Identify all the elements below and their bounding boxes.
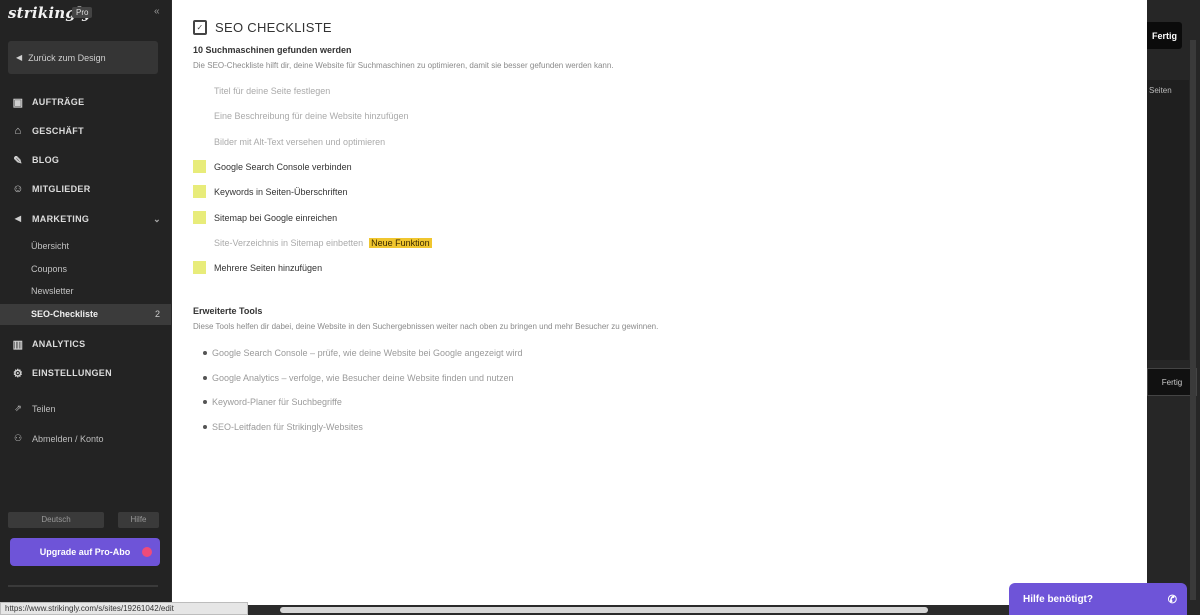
gear-icon: ⚙ (12, 367, 24, 380)
tool-text: Keyword-Planer für Suchbegriffe (212, 397, 342, 407)
section-heading: 10 Suchmaschinen gefunden werden (193, 45, 352, 55)
checklist-item[interactable]: Site-Verzeichnis in Sitemap einbetten Ne… (193, 236, 432, 249)
user-icon: ⚇ (13, 433, 23, 443)
panel-text: Seiten (1149, 86, 1172, 95)
megaphone-icon: ◄ (12, 213, 24, 225)
bullet (203, 351, 207, 355)
sub-item-label: SEO-Checkliste (31, 309, 99, 319)
bullet (203, 400, 207, 404)
status-url-bar: https://www.strikingly.com/s/sites/19261… (0, 602, 248, 615)
checklist-text: Sitemap bei Google einreichen (214, 212, 338, 223)
upgrade-label: Upgrade auf Pro-Abo (39, 547, 131, 557)
bullet (203, 425, 207, 429)
checklist-item[interactable]: Mehrere Seiten hinzufügen (193, 261, 322, 274)
check-box[interactable] (193, 185, 206, 198)
checklist-text: Google Search Console verbinden (214, 161, 352, 172)
back-to-design-button[interactable]: ◀ Zurück zum Design (8, 41, 158, 74)
sub-item-coupons[interactable]: Coupons (31, 264, 67, 274)
share-icon: ⇗ (14, 403, 22, 413)
nav-label: GESCHÄFT (32, 126, 84, 136)
checklist-text: Bilder mit Alt-Text versehen und optimie… (214, 136, 386, 147)
check-box[interactable] (193, 109, 206, 122)
check-box[interactable] (193, 211, 206, 224)
tools-heading: Erweiterte Tools (193, 306, 263, 316)
arrow-left-icon: ◀ (16, 53, 23, 62)
title-text: SEO CHECKLISTE (215, 20, 332, 35)
check-box[interactable] (193, 135, 206, 148)
done-button[interactable]: Fertig (1147, 22, 1182, 49)
nav-item-analytics[interactable]: ▥ ANALYTICS (0, 331, 171, 357)
nav-label: ANALYTICS (32, 339, 86, 349)
box-icon: ▣ (12, 96, 24, 109)
nav-label: Teilen (32, 403, 56, 414)
editor-side-panel: Seiten (1147, 80, 1189, 360)
tool-link[interactable]: Google Analytics – verfolge, wie Besuche… (203, 373, 514, 383)
checklist-text: Mehrere Seiten hinzufügen (214, 262, 323, 273)
notification-dot (142, 547, 152, 557)
section-intro: Die SEO-Checkliste hilft dir, deine Webs… (193, 61, 614, 70)
checklist-item[interactable]: Sitemap bei Google einreichen (193, 211, 337, 224)
tool-text: Google Search Console – prüfe, wie deine… (212, 348, 523, 358)
nav-item-share[interactable]: ⇗ Teilen (10, 403, 56, 414)
chart-icon: ▥ (12, 338, 24, 351)
tool-link[interactable]: Keyword-Planer für Suchbegriffe (203, 397, 342, 407)
help-select[interactable]: Hilfe (118, 512, 159, 528)
checklist-text: Eine Beschreibung für deine Website hinz… (214, 110, 409, 121)
tool-text: SEO-Leitfaden für Strikingly-Websites (212, 422, 363, 432)
checklist-icon: ✓ (193, 20, 207, 35)
nav-label: MITGLIEDER (32, 184, 91, 194)
checklist-item[interactable]: Google Search Console verbinden (193, 160, 352, 173)
horizontal-scrollbar[interactable] (280, 607, 928, 613)
plan-badge: Pro (72, 7, 93, 18)
checklist-item[interactable]: Titel für deine Seite festlegen (193, 84, 330, 97)
divider (8, 585, 158, 587)
check-box[interactable] (193, 160, 206, 173)
nav-label: AUFTRÄGE (32, 97, 85, 107)
check-box[interactable] (193, 236, 206, 249)
double-chevron-left-icon[interactable]: « (154, 6, 160, 17)
checklist-item[interactable]: Keywords in Seiten-Überschriften (193, 185, 348, 198)
nav-item-orders[interactable]: ▣ AUFTRÄGE (0, 89, 171, 115)
tool-link[interactable]: SEO-Leitfaden für Strikingly-Websites (203, 422, 363, 432)
count-badge: 2 (154, 309, 160, 319)
checklist-text: Keywords in Seiten-Überschriften (214, 186, 348, 197)
language-select[interactable]: Deutsch (8, 512, 104, 528)
nav-label: BLOG (32, 155, 60, 165)
new-feature-badge: Neue Funktion (369, 237, 432, 248)
tool-link[interactable]: Google Search Console – prüfe, wie deine… (203, 348, 523, 358)
nav-item-blog[interactable]: ✎ BLOG (0, 147, 171, 173)
checklist-item[interactable]: Bilder mit Alt-Text versehen und optimie… (193, 135, 385, 148)
checklist-item[interactable]: Eine Beschreibung für deine Website hinz… (193, 109, 408, 122)
sub-item-seo-checklist[interactable]: SEO-Checkliste 2 (0, 304, 171, 325)
tool-text: Google Analytics – verfolge, wie Besuche… (212, 373, 514, 383)
checklist-text: Titel für deine Seite festlegen (214, 85, 331, 96)
chevron-down-icon: ⌄ (153, 213, 161, 224)
page-title: ✓ SEO CHECKLISTE (193, 20, 332, 35)
nav-item-account[interactable]: ⚇ Abmelden / Konto (10, 433, 104, 444)
nav-label: EINSTELLUNGEN (32, 368, 112, 378)
bullet (203, 376, 207, 380)
nav-item-store[interactable]: ⌂ GESCHÄFT (0, 118, 171, 144)
check-box[interactable] (193, 84, 206, 97)
upgrade-button[interactable]: Upgrade auf Pro-Abo (10, 538, 160, 566)
nav-label: MARKETING (32, 214, 90, 224)
tools-intro: Diese Tools helfen dir dabei, deine Webs… (193, 322, 659, 331)
chat-label: Hilfe benötigt? (1023, 593, 1093, 605)
sidebar: strikingly Pro « ◀ Zurück zum Design ▣ A… (0, 0, 171, 615)
nav-label: Abmelden / Konto (32, 433, 104, 444)
vertical-scrollbar[interactable] (1190, 40, 1196, 600)
check-box[interactable] (193, 261, 206, 274)
nav-item-members[interactable]: ☺ MITGLIEDER (0, 176, 171, 202)
store-icon: ⌂ (14, 125, 22, 137)
sub-item-overview[interactable]: Übersicht (31, 241, 69, 251)
help-chat-button[interactable]: Hilfe benötigt? ✆ (1009, 583, 1187, 615)
sub-item-newsletter[interactable]: Newsletter (31, 286, 74, 296)
nav-item-settings[interactable]: ⚙ EINSTELLUNGEN (0, 360, 171, 386)
members-icon: ☺ (12, 183, 24, 195)
back-button-label: Zurück zum Design (28, 52, 106, 63)
blog-icon: ✎ (13, 154, 23, 167)
checklist-text: Site-Verzeichnis in Sitemap einbetten (214, 237, 364, 248)
nav-item-marketing[interactable]: ◄ MARKETING ⌄ (0, 206, 171, 232)
chat-icon: ✆ (1167, 593, 1177, 606)
